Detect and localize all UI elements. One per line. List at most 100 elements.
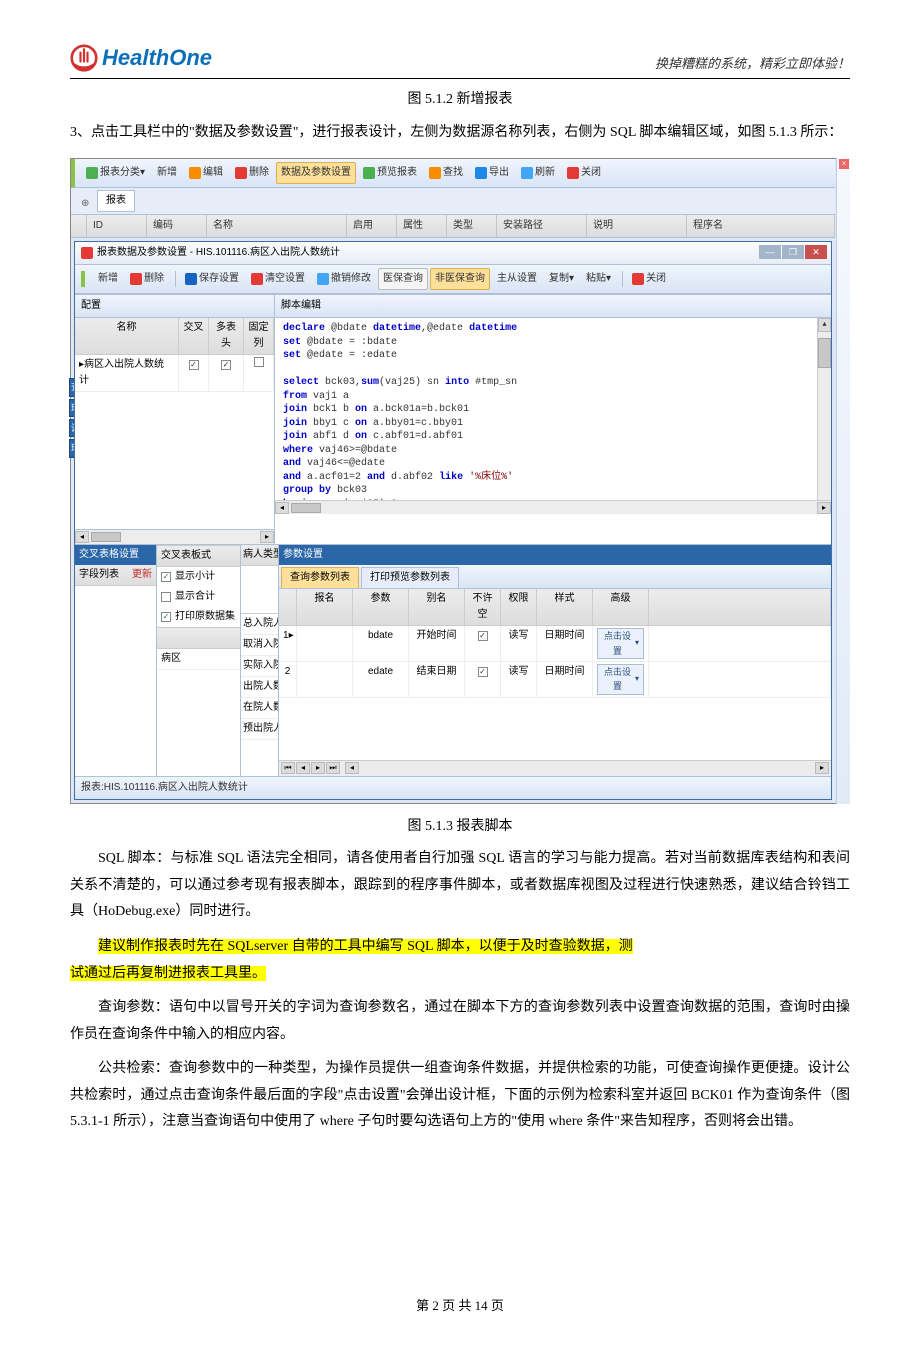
scroll-left-icon[interactable]: ◂ <box>275 502 289 514</box>
btn-search[interactable]: 查找 <box>424 162 468 184</box>
btn-data-param[interactable]: 数据及参数设置 <box>276 162 356 184</box>
refresh-link[interactable]: 更新 <box>132 567 152 583</box>
table-cell[interactable]: ✓ <box>465 662 501 698</box>
scroll-right-icon[interactable]: ▸ <box>260 531 274 543</box>
col-name[interactable]: 名称 <box>207 215 347 237</box>
scroll-thumb[interactable] <box>91 532 121 542</box>
table-cell[interactable]: 读写 <box>501 626 537 662</box>
script-panel-head: 脚本编辑 <box>275 295 831 318</box>
table-cell[interactable]: 结束日期 <box>409 662 465 698</box>
window-maximize[interactable]: ❐ <box>782 245 804 259</box>
child-btn-del[interactable]: 删除 <box>125 268 169 290</box>
btn-delete[interactable]: 删除 <box>230 162 274 184</box>
rec-first-icon[interactable]: ⏮ <box>281 762 295 774</box>
table-cell[interactable] <box>297 626 353 662</box>
btn-category[interactable]: 报表分类 ▾ <box>81 162 150 184</box>
opt-subtotal[interactable]: ✓显示小计 <box>157 567 240 587</box>
child-btn-master[interactable]: 主从设置 <box>492 268 542 290</box>
list-item[interactable]: 总入院人 <box>241 614 278 635</box>
child-btn-close[interactable]: 关闭 <box>627 268 671 290</box>
rec-prev-icon[interactable]: ◂ <box>296 762 310 774</box>
cfg-row-multi[interactable]: ✓ <box>209 355 244 392</box>
tab-print-params[interactable]: 打印预览参数列表 <box>361 567 459 588</box>
table-cell[interactable]: ✓ <box>465 626 501 662</box>
list-item[interactable]: 预出院人 <box>241 719 278 740</box>
scroll-thumb[interactable] <box>291 503 321 513</box>
opt-total[interactable]: 显示合计 <box>157 587 240 607</box>
opt-printsrc[interactable]: ✓打印原数据集 <box>157 607 240 627</box>
col-type[interactable]: 类型 <box>447 215 497 237</box>
child-btn-nonyibao[interactable]: 非医保查询 <box>430 268 490 290</box>
col-enabled[interactable]: 启用 <box>347 215 397 237</box>
rec-last-icon[interactable]: ⏭ <box>326 762 340 774</box>
btn-close-outer[interactable]: 关闭 <box>562 162 606 184</box>
child-btn-paste[interactable]: 粘贴 ▾ <box>581 268 616 290</box>
scroll-up-icon[interactable]: ▴ <box>818 318 831 332</box>
table-cell[interactable]: edate <box>353 662 409 698</box>
table-cell[interactable]: 开始时间 <box>409 626 465 662</box>
cfg-col-multi[interactable]: 多表头 <box>209 318 244 355</box>
btn-edit[interactable]: 编辑 <box>184 162 228 184</box>
table-cell[interactable]: bdate <box>353 626 409 662</box>
child-btn-copy[interactable]: 复制 ▾ <box>544 268 579 290</box>
cfg-col-fixed[interactable]: 固定列 <box>244 318 274 355</box>
pin-icon[interactable]: ⊕ <box>81 196 91 206</box>
ph-notnull[interactable]: 不许空 <box>465 589 501 626</box>
col-path[interactable]: 安装路径 <box>497 215 587 237</box>
ph-alias[interactable]: 别名 <box>409 589 465 626</box>
list-item[interactable]: 在院人数 <box>241 698 278 719</box>
ph-param[interactable]: 参数 <box>353 589 409 626</box>
adv-button[interactable]: 点击设置 <box>593 662 649 698</box>
config-hscroll[interactable]: ◂ ▸ <box>75 530 274 544</box>
rec-next-icon[interactable]: ▸ <box>311 762 325 774</box>
ph-adv[interactable]: 高级 <box>593 589 649 626</box>
adv-button[interactable]: 点击设置 <box>593 626 649 662</box>
btn-preview[interactable]: 预览报表 <box>358 162 422 184</box>
list-item[interactable]: 取消入院 <box>241 635 278 656</box>
tab-query-params[interactable]: 查询参数列表 <box>281 567 359 588</box>
cfg-col-name[interactable]: 名称 <box>75 318 179 355</box>
child-btn-new[interactable]: 新增 <box>93 268 123 290</box>
ph-rep[interactable]: 报名 <box>297 589 353 626</box>
child-btn-yibao[interactable]: 医保查询 <box>378 268 428 290</box>
window-close[interactable]: ✕ <box>805 245 827 259</box>
sql-editor[interactable]: declare @bdate datetime,@edate datetime … <box>275 318 831 500</box>
search-icon <box>429 167 441 179</box>
scroll-left-icon[interactable]: ◂ <box>75 531 89 543</box>
col-desc[interactable]: 说明 <box>587 215 687 237</box>
child-btn-save[interactable]: 保存设置 <box>180 268 244 290</box>
outer-close-icon[interactable]: × <box>839 159 849 169</box>
cross-settings-title: 交叉表格设置 <box>75 545 156 565</box>
table-cell[interactable] <box>297 662 353 698</box>
ph-perm[interactable]: 权限 <box>501 589 537 626</box>
table-cell[interactable]: 日期时间 <box>537 626 593 662</box>
table-cell[interactable]: 日期时间 <box>537 662 593 698</box>
child-btn-clear[interactable]: 清空设置 <box>246 268 310 290</box>
btn-new[interactable]: 新增 <box>152 162 182 184</box>
scroll-left-icon[interactable]: ◂ <box>345 762 359 774</box>
editor-hscroll[interactable]: ◂ ▸ <box>275 500 831 514</box>
cfg-row-cross[interactable]: ✓ <box>179 355 209 392</box>
btn-export[interactable]: 导出 <box>470 162 514 184</box>
col-code[interactable]: 编码 <box>147 215 207 237</box>
col-prog[interactable]: 程序名 <box>687 215 835 237</box>
cfg-row-name[interactable]: ▸病区入出院人数统计 <box>75 355 179 392</box>
window-minimize[interactable]: — <box>759 245 781 259</box>
ward-cell[interactable]: 病区 <box>157 649 240 670</box>
child-btn-undo[interactable]: 撤销修改 <box>312 268 376 290</box>
list-item[interactable]: 实际入院 <box>241 656 278 677</box>
editor-vscroll[interactable]: ▴ <box>817 318 831 500</box>
table-cell[interactable]: 读写 <box>501 662 537 698</box>
scroll-right-icon[interactable]: ▸ <box>815 762 829 774</box>
col-attr[interactable]: 属性 <box>397 215 447 237</box>
tab-report[interactable]: 报表 <box>97 190 135 212</box>
cfg-col-cross[interactable]: 交叉 <box>179 318 209 355</box>
ph-style[interactable]: 样式 <box>537 589 593 626</box>
tab-strip: ⊕ 报表 <box>71 188 835 215</box>
vscroll-thumb[interactable] <box>818 338 831 368</box>
list-item[interactable]: 出院人数 <box>241 677 278 698</box>
btn-refresh[interactable]: 刷新 <box>516 162 560 184</box>
cfg-row-fixed[interactable] <box>244 355 274 392</box>
col-id[interactable]: ID <box>87 215 147 237</box>
scroll-right-icon[interactable]: ▸ <box>817 502 831 514</box>
